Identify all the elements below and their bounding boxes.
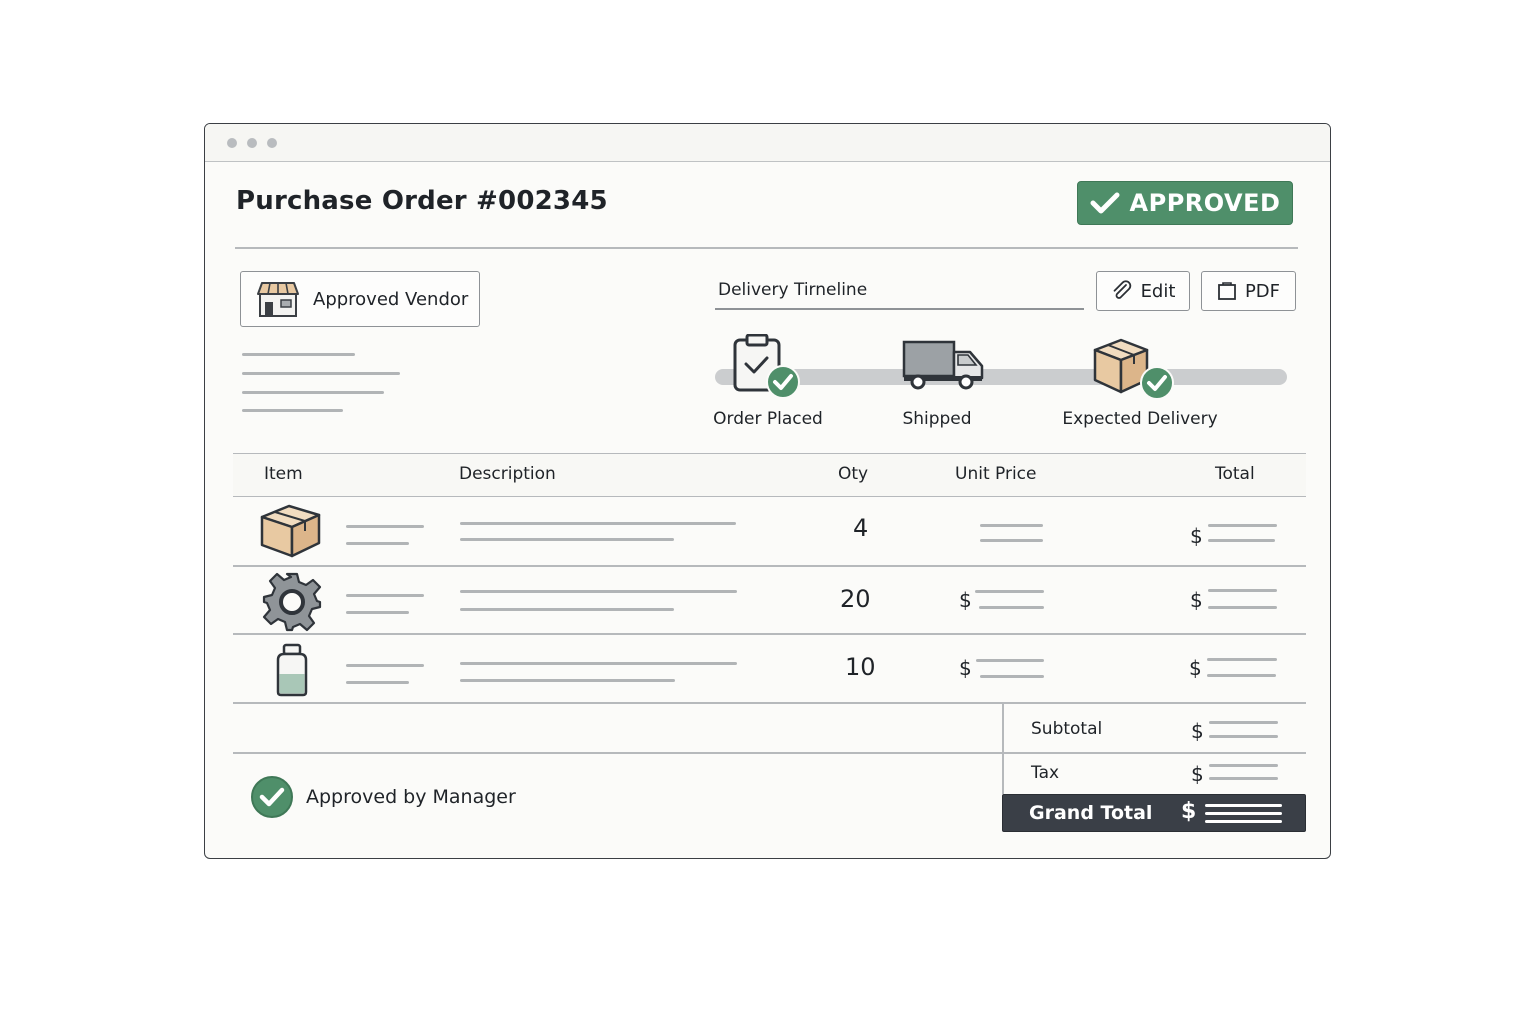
column-header-item[interactable]: Item bbox=[264, 464, 303, 484]
vendor-card[interactable]: Approved Vendor bbox=[240, 271, 480, 327]
row-divider bbox=[233, 702, 1306, 704]
check-circle-icon bbox=[251, 776, 293, 818]
clipboard-check-icon bbox=[733, 334, 800, 399]
row-total-line bbox=[1207, 674, 1276, 677]
window-control-dot[interactable] bbox=[247, 138, 257, 148]
vendor-detail-line bbox=[242, 409, 343, 412]
grand-total-line bbox=[1205, 804, 1282, 807]
package-check-icon bbox=[1093, 338, 1174, 400]
description-line bbox=[460, 608, 674, 611]
check-icon bbox=[1090, 192, 1120, 214]
unit-price-line bbox=[979, 606, 1044, 609]
unit-price-line bbox=[976, 659, 1044, 662]
item-name-line bbox=[346, 594, 424, 597]
manager-approval: Approved by Manager bbox=[250, 775, 516, 819]
row-total-line bbox=[1208, 539, 1275, 542]
table-row[interactable] bbox=[233, 567, 1306, 633]
item-name-line bbox=[346, 525, 424, 528]
vendor-detail-line bbox=[242, 353, 355, 356]
row-total-currency: $ bbox=[1189, 656, 1202, 680]
truck-icon bbox=[902, 340, 984, 390]
manager-approval-label: Approved by Manager bbox=[306, 786, 516, 808]
vendor-detail-line bbox=[242, 391, 384, 394]
tax-label: Tax bbox=[1031, 763, 1060, 783]
item-name-line bbox=[346, 611, 409, 614]
unit-price-line bbox=[980, 524, 1043, 527]
row-total-currency: $ bbox=[1190, 588, 1203, 612]
table-header bbox=[233, 453, 1306, 497]
description-line bbox=[460, 522, 736, 525]
tax-line bbox=[1209, 777, 1278, 780]
document-icon bbox=[1218, 282, 1236, 300]
unit-price-currency: $ bbox=[959, 588, 972, 612]
purchase-order-window: Purchase Order #002345 APPROVED Approved… bbox=[204, 123, 1331, 859]
item-name-line bbox=[346, 681, 409, 684]
bottle-icon bbox=[276, 643, 308, 697]
row-total-line bbox=[1208, 524, 1277, 527]
status-badge-label: APPROVED bbox=[1129, 189, 1281, 217]
row-total-line bbox=[1207, 658, 1277, 661]
table-row[interactable] bbox=[233, 635, 1306, 701]
pdf-button[interactable]: PDF bbox=[1201, 271, 1296, 311]
edit-button[interactable]: Edit bbox=[1096, 271, 1190, 311]
column-header-unit-price[interactable]: Unit Price bbox=[955, 464, 1036, 484]
tax-line bbox=[1209, 764, 1278, 767]
edit-button-label: Edit bbox=[1140, 280, 1176, 302]
summary-row-divider bbox=[233, 752, 1306, 754]
description-line bbox=[460, 538, 674, 541]
unit-price-line bbox=[980, 675, 1044, 678]
unit-price-line bbox=[980, 539, 1043, 542]
timeline-step-expected-delivery: Expected Delivery bbox=[1062, 409, 1218, 429]
paperclip-icon bbox=[1113, 280, 1131, 299]
gear-icon bbox=[262, 572, 322, 632]
row-total-currency: $ bbox=[1190, 524, 1203, 548]
item-name-line bbox=[346, 664, 424, 667]
column-header-description[interactable]: Description bbox=[459, 464, 556, 484]
description-line bbox=[460, 679, 675, 682]
unit-price-currency: $ bbox=[959, 656, 972, 680]
subtotal-line bbox=[1209, 721, 1278, 724]
grand-total-line bbox=[1205, 812, 1282, 815]
unit-price-line bbox=[975, 590, 1044, 593]
grand-total-line bbox=[1205, 820, 1282, 823]
table-row[interactable] bbox=[233, 495, 1306, 565]
grand-total-label: Grand Total bbox=[1029, 802, 1153, 824]
window-control-dot[interactable] bbox=[227, 138, 237, 148]
window-titlebar bbox=[205, 124, 1330, 162]
vendor-detail-line bbox=[242, 372, 400, 375]
description-line bbox=[460, 590, 737, 593]
grand-total-row: Grand Total $ bbox=[1002, 794, 1306, 832]
timeline-label-underline bbox=[715, 308, 1084, 310]
column-header-total[interactable]: Total bbox=[1215, 464, 1255, 484]
tax-currency: $ bbox=[1191, 762, 1204, 786]
vendor-label: Approved Vendor bbox=[313, 288, 469, 310]
timeline-label: Delivery Tirneline bbox=[718, 280, 868, 300]
row-qty: 10 bbox=[845, 653, 876, 681]
subtotal-label: Subtotal bbox=[1031, 719, 1103, 739]
status-badge: APPROVED bbox=[1077, 181, 1293, 225]
grand-total-currency: $ bbox=[1181, 799, 1197, 824]
header-divider bbox=[235, 247, 1298, 249]
page-title: Purchase Order #002345 bbox=[236, 186, 608, 216]
description-line bbox=[460, 662, 737, 665]
row-qty: 4 bbox=[853, 514, 869, 542]
subtotal-currency: $ bbox=[1191, 719, 1204, 743]
box-icon bbox=[260, 504, 321, 558]
timeline-step-order-placed: Order Placed bbox=[713, 409, 823, 429]
column-header-qty[interactable]: Oty bbox=[838, 464, 868, 484]
store-icon bbox=[257, 282, 299, 317]
pdf-button-label: PDF bbox=[1244, 280, 1281, 302]
subtotal-line bbox=[1209, 735, 1278, 738]
row-qty: 20 bbox=[840, 585, 871, 613]
window-control-dot[interactable] bbox=[267, 138, 277, 148]
summary-divider bbox=[1002, 704, 1004, 794]
timeline-step-shipped: Shipped bbox=[902, 409, 972, 429]
row-total-line bbox=[1208, 589, 1277, 592]
item-name-line bbox=[346, 542, 409, 545]
row-total-line bbox=[1208, 606, 1277, 609]
